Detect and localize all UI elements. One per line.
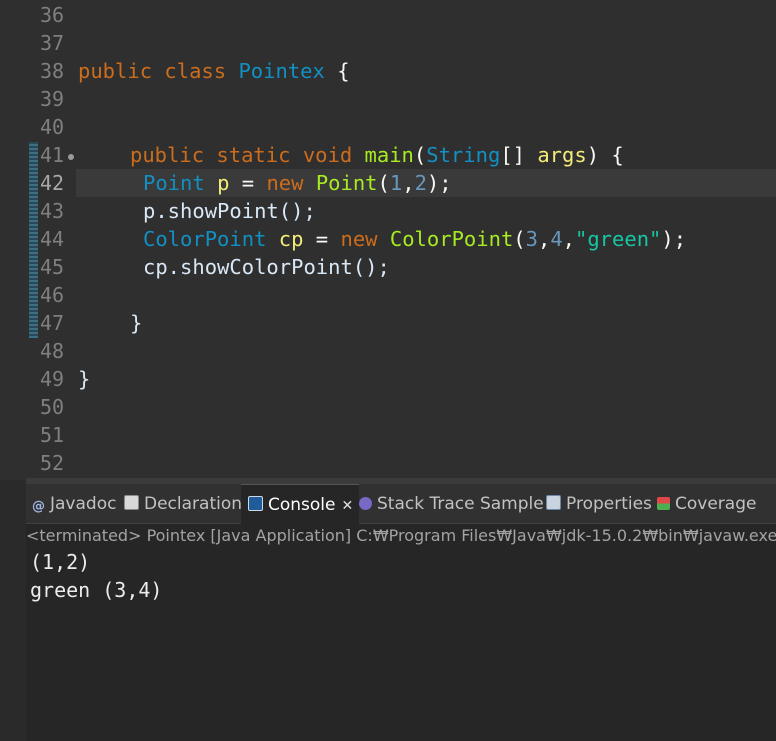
tab-label: Declaration — [144, 494, 243, 514]
code-line-43: p.showPoint(); — [143, 199, 316, 223]
close-icon[interactable]: ✕ — [342, 486, 354, 526]
line-number: 42 — [40, 171, 65, 195]
code-line-41: public static void main(String[] args) { — [130, 143, 624, 167]
line-number: 52 — [40, 451, 65, 475]
line-number: 39 — [40, 87, 65, 111]
javadoc-icon: @ — [32, 499, 45, 514]
line-number: 41 — [40, 143, 65, 167]
console-output-line: (1,2) — [30, 550, 91, 574]
fold-toggle-icon[interactable] — [68, 154, 74, 160]
code-line-45: cp.showColorPoint(); — [143, 255, 390, 279]
console-icon — [248, 496, 263, 511]
tab-declaration[interactable]: Declaration — [124, 484, 242, 523]
stack-trace-icon — [359, 497, 372, 510]
console-process-status: <terminated> Pointex [Java Application] … — [26, 526, 776, 545]
line-number: 45 — [40, 255, 65, 279]
tab-coverage[interactable]: Coverage — [657, 484, 756, 523]
view-tab-bar: @ Javadoc Declaration Console ✕ Stack Trac… — [26, 484, 776, 524]
tab-console[interactable]: Console ✕ — [241, 484, 360, 526]
code-line-42: Point p = new Point(1,2); — [143, 171, 452, 195]
line-number: 47 — [40, 311, 65, 335]
line-number: 37 — [40, 31, 65, 55]
console-view-panel: @ Javadoc Declaration Console ✕ Stack Trac… — [26, 484, 776, 741]
code-line-47: } — [130, 311, 143, 335]
tab-label: Console — [268, 495, 336, 515]
tab-stack-trace-sample[interactable]: Stack Trace Sample — [359, 484, 544, 523]
code-line-49: } — [78, 367, 91, 391]
coverage-icon — [657, 497, 670, 510]
line-number: 48 — [40, 339, 65, 363]
line-number: 49 — [40, 367, 65, 391]
code-line-44: ColorPoint cp = new ColorPoint(3,4,"gree… — [143, 227, 687, 251]
tab-label: Coverage — [675, 494, 757, 514]
line-number: 46 — [40, 283, 65, 307]
tab-properties[interactable]: Properties — [546, 484, 652, 523]
declaration-icon — [124, 495, 139, 510]
tab-label: Properties — [566, 494, 652, 514]
tab-label: Stack Trace Sample — [377, 494, 544, 514]
line-number: 43 — [40, 199, 65, 223]
line-number: 36 — [40, 3, 65, 27]
properties-icon — [546, 495, 561, 510]
line-number: 51 — [40, 423, 65, 447]
code-line-38: public class Pointex { — [78, 59, 350, 83]
tab-label: Javadoc — [50, 494, 117, 514]
line-number: 44 — [40, 227, 65, 251]
line-number: 40 — [40, 115, 65, 139]
quick-diff-change-bar — [29, 142, 38, 338]
console-output-line: green (3,4) — [30, 578, 163, 602]
line-number: 50 — [40, 395, 65, 419]
tab-javadoc[interactable]: @ Javadoc — [32, 484, 116, 523]
code-editor[interactable]: 36 37 38 39 40 41 42 43 44 45 46 47 48 4… — [0, 0, 776, 480]
line-number: 38 — [40, 59, 65, 83]
